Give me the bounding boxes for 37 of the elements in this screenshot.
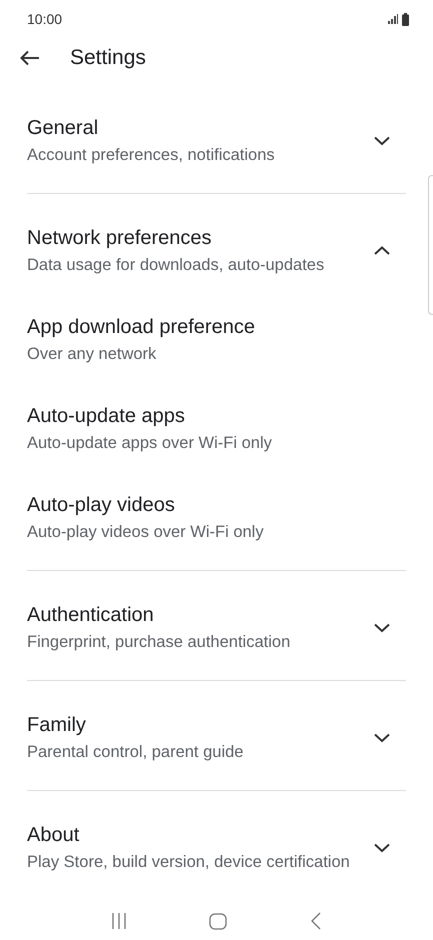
- section-title: About: [27, 823, 80, 848]
- setting-item[interactable]: App download preference Over any network: [27, 277, 406, 366]
- section-title: Family: [27, 713, 87, 738]
- chevron-down-icon: [374, 733, 390, 743]
- chevron-down-icon: [374, 136, 390, 146]
- section-subtitle: Data usage for downloads, auto-updates: [27, 255, 326, 276]
- status-time: 10:00: [27, 10, 62, 28]
- chevron-up-icon: [374, 246, 390, 256]
- section-subtitle: Parental control, parent guide: [27, 742, 244, 763]
- section-subtitle: Fingerprint, purchase authentication: [27, 632, 292, 653]
- section-subtitle: Account preferences, notifications: [27, 145, 276, 166]
- recent-apps-icon[interactable]: [112, 913, 126, 929]
- battery-icon: [402, 12, 409, 26]
- home-icon[interactable]: [209, 912, 228, 930]
- section-header[interactable]: Network preferences Data usage for downloads, auto-updates: [27, 225, 406, 277]
- back-icon[interactable]: [311, 912, 322, 930]
- page-title: Settings: [70, 45, 146, 72]
- setting-item[interactable]: Auto-update apps Auto-update apps over Wi-Fi only: [27, 366, 406, 455]
- setting-title: Auto-play videos: [27, 493, 176, 518]
- chevron-down-icon: [374, 623, 390, 633]
- setting-item[interactable]: Auto-play videos Auto-play videos over Wi-Fi only: [27, 455, 406, 544]
- section-header[interactable]: About Play Store, build version, device certification: [27, 822, 406, 874]
- chevron-down-icon: [374, 843, 390, 853]
- section-title: Authentication: [27, 603, 155, 628]
- signal-icon: [388, 14, 398, 24]
- section-subtitle: Play Store, build version, device certification: [27, 852, 351, 873]
- section-header[interactable]: General Account preferences, notifications: [27, 115, 406, 167]
- setting-title: App download preference: [27, 315, 256, 340]
- setting-subtitle: Auto-play videos over Wi-Fi only: [27, 522, 265, 543]
- section-title: Network preferences: [27, 226, 213, 251]
- section-header[interactable]: Authentication Fingerprint, purchase authentication: [27, 602, 406, 654]
- setting-subtitle: Over any network: [27, 344, 158, 365]
- setting-title: Auto-update apps: [27, 404, 186, 429]
- section-header[interactable]: Family Parental control, parent guide: [27, 712, 406, 764]
- setting-subtitle: Auto-update apps over Wi-Fi only: [27, 433, 273, 454]
- back-arrow-icon[interactable]: [20, 50, 40, 66]
- section-title: General: [27, 116, 100, 141]
